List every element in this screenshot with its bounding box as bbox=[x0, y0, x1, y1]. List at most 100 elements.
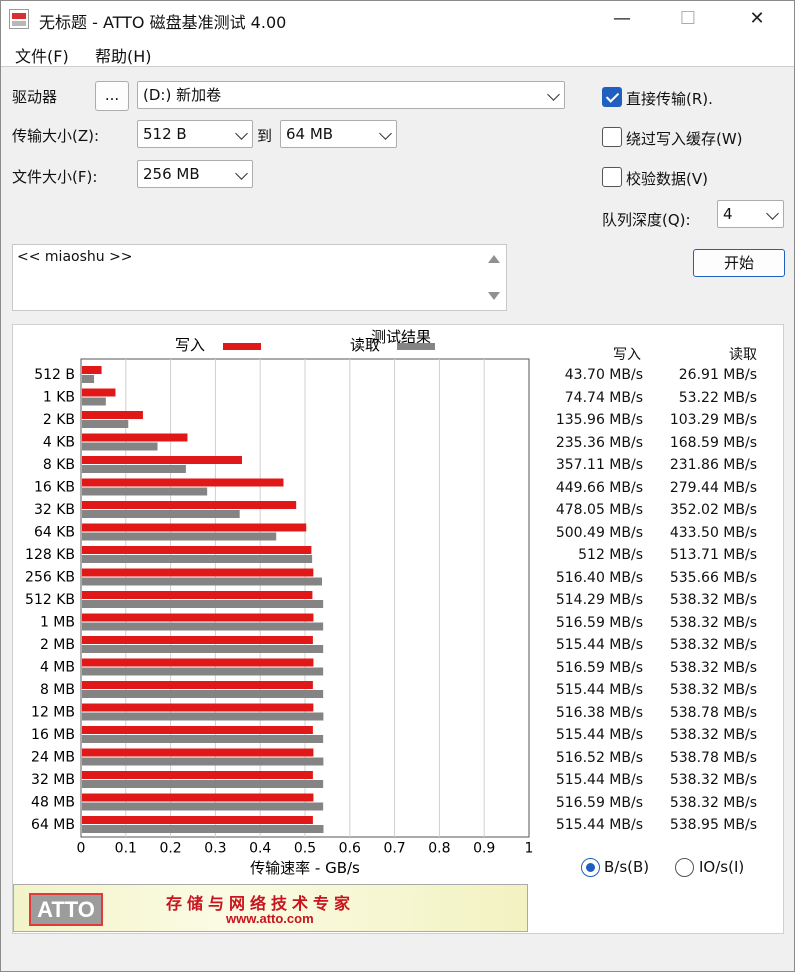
category-label: 128 KB bbox=[25, 547, 75, 563]
read-bar bbox=[82, 442, 158, 451]
read-speed-value: 538.32 MB/s bbox=[669, 794, 757, 811]
browse-button[interactable]: ... bbox=[95, 81, 129, 111]
read-speed-value: 538.95 MB/s bbox=[669, 817, 757, 833]
chevron-down-icon bbox=[379, 121, 392, 147]
write-bar bbox=[82, 478, 284, 487]
write-bar bbox=[82, 456, 242, 464]
x-tick-label: 0.9 bbox=[473, 841, 495, 857]
write-bar bbox=[82, 591, 313, 599]
queue-depth-label: 队列深度(Q): bbox=[602, 211, 691, 229]
read-speed-value: 433.50 MB/s bbox=[669, 524, 757, 541]
bypass-cache-checkbox[interactable] bbox=[602, 127, 622, 147]
description-textbox[interactable]: << miaoshu >> bbox=[12, 244, 507, 311]
read-bar bbox=[82, 645, 324, 653]
queue-depth-value: 4 bbox=[723, 205, 733, 223]
atto-banner: ATTO 存储与网络技术专家 www.atto.com bbox=[13, 884, 528, 932]
x-tick-label: 0.6 bbox=[339, 841, 361, 857]
chevron-down-icon bbox=[766, 201, 779, 227]
write-bar bbox=[82, 771, 313, 779]
bypass-cache-label: 绕过写入缓存(W) bbox=[626, 130, 743, 148]
write-speed-value: 449.66 MB/s bbox=[555, 479, 643, 496]
file-size-select[interactable]: 256 MB bbox=[137, 160, 253, 188]
close-button[interactable]: ✕ bbox=[734, 1, 780, 39]
write-speed-value: 515.44 MB/s bbox=[555, 682, 643, 698]
unit-bps-label: B/s(B) bbox=[604, 858, 650, 876]
write-speed-value: 514.29 MB/s bbox=[555, 592, 643, 608]
read-bar bbox=[82, 735, 324, 743]
write-speed-value: 515.44 MB/s bbox=[555, 817, 643, 833]
transfer-from-value: 512 B bbox=[143, 125, 187, 143]
category-label: 24 MB bbox=[31, 750, 75, 766]
write-bar bbox=[82, 658, 314, 667]
category-label: 8 MB bbox=[40, 682, 75, 698]
category-label: 1 MB bbox=[40, 615, 75, 631]
write-bar bbox=[82, 703, 314, 712]
direct-io-checkbox[interactable] bbox=[602, 87, 622, 107]
to-label: 到 bbox=[257, 127, 273, 145]
results-panel: 测试结果 写入 读取 0 0.1 0.2 0.3 0.4 0.5 0.6 0.7 0.8 0.9 1 传输速… bbox=[12, 324, 784, 934]
unit-ios-radio[interactable] bbox=[675, 858, 694, 877]
unit-bps-radio[interactable] bbox=[581, 858, 600, 877]
read-speed-value: 538.32 MB/s bbox=[669, 637, 757, 653]
direct-io-label: 直接传输(R). bbox=[626, 90, 713, 108]
write-speed-value: 516.38 MB/s bbox=[555, 704, 643, 721]
x-tick-label: 0.7 bbox=[383, 841, 405, 857]
minimize-button[interactable]: — bbox=[599, 1, 645, 39]
maximize-button[interactable]: ☐ bbox=[665, 1, 711, 39]
write-bar bbox=[82, 793, 314, 802]
write-bar bbox=[82, 726, 313, 734]
read-speed-value: 538.32 MB/s bbox=[669, 592, 757, 608]
category-label: 2 MB bbox=[40, 637, 75, 653]
unit-ios-label: IO/s(I) bbox=[699, 858, 745, 876]
transfer-from-select[interactable]: 512 B bbox=[137, 120, 253, 148]
write-bar bbox=[82, 411, 143, 419]
verify-data-checkbox[interactable] bbox=[602, 167, 622, 187]
read-speed-value: 352.02 MB/s bbox=[669, 502, 757, 518]
write-speed-value: 516.52 MB/s bbox=[555, 749, 643, 766]
scroll-down-icon[interactable] bbox=[488, 292, 500, 300]
category-label: 64 MB bbox=[31, 817, 75, 833]
write-bar bbox=[82, 568, 314, 577]
scroll-up-icon[interactable] bbox=[488, 255, 500, 263]
read-speed-value: 538.32 MB/s bbox=[669, 772, 757, 788]
window-title: 无标题 - ATTO 磁盘基准测试 4.00 bbox=[39, 13, 287, 32]
category-label: 16 MB bbox=[31, 727, 75, 743]
read-header: 读取 bbox=[729, 347, 757, 363]
queue-depth-select[interactable]: 4 bbox=[717, 200, 784, 228]
read-speed-value: 538.32 MB/s bbox=[669, 659, 757, 676]
read-speed-value: 231.86 MB/s bbox=[669, 457, 757, 473]
read-speed-value: 538.32 MB/s bbox=[669, 727, 757, 743]
category-label: 512 B bbox=[34, 367, 75, 383]
read-bar bbox=[82, 577, 322, 586]
read-speed-value: 279.44 MB/s bbox=[669, 479, 757, 496]
category-label: 32 KB bbox=[34, 502, 75, 518]
transfer-to-value: 64 MB bbox=[286, 125, 334, 143]
menu-file[interactable]: 文件(F) bbox=[15, 43, 69, 67]
category-label: 64 KB bbox=[34, 525, 75, 541]
verify-data-label: 校验数据(V) bbox=[626, 170, 708, 188]
write-speed-value: 135.96 MB/s bbox=[555, 412, 643, 428]
x-tick-label: 0.3 bbox=[204, 841, 226, 857]
write-speed-value: 515.44 MB/s bbox=[555, 727, 643, 743]
read-bar bbox=[82, 802, 324, 811]
menu-help[interactable]: 帮助(H) bbox=[95, 43, 152, 67]
read-bar bbox=[82, 622, 324, 631]
start-button[interactable]: 开始 bbox=[693, 249, 785, 277]
chevron-down-icon bbox=[235, 121, 248, 147]
description-text: << miaoshu >> bbox=[17, 249, 133, 265]
read-bar bbox=[82, 712, 324, 721]
write-bar bbox=[82, 388, 116, 397]
x-tick-label: 0.1 bbox=[115, 841, 137, 857]
drive-select[interactable]: (D:) 新加卷 bbox=[137, 81, 565, 109]
read-speed-value: 513.71 MB/s bbox=[669, 547, 757, 563]
write-bar bbox=[82, 546, 312, 554]
read-bar bbox=[82, 420, 129, 428]
read-bar bbox=[82, 510, 240, 518]
drive-label: 驱动器 bbox=[12, 88, 58, 106]
banner-url: www.atto.com bbox=[226, 911, 314, 926]
read-bar bbox=[82, 487, 208, 496]
read-speed-value: 53.22 MB/s bbox=[678, 389, 757, 406]
read-bar bbox=[82, 690, 324, 698]
transfer-to-select[interactable]: 64 MB bbox=[280, 120, 397, 148]
legend-read-swatch bbox=[397, 343, 435, 350]
